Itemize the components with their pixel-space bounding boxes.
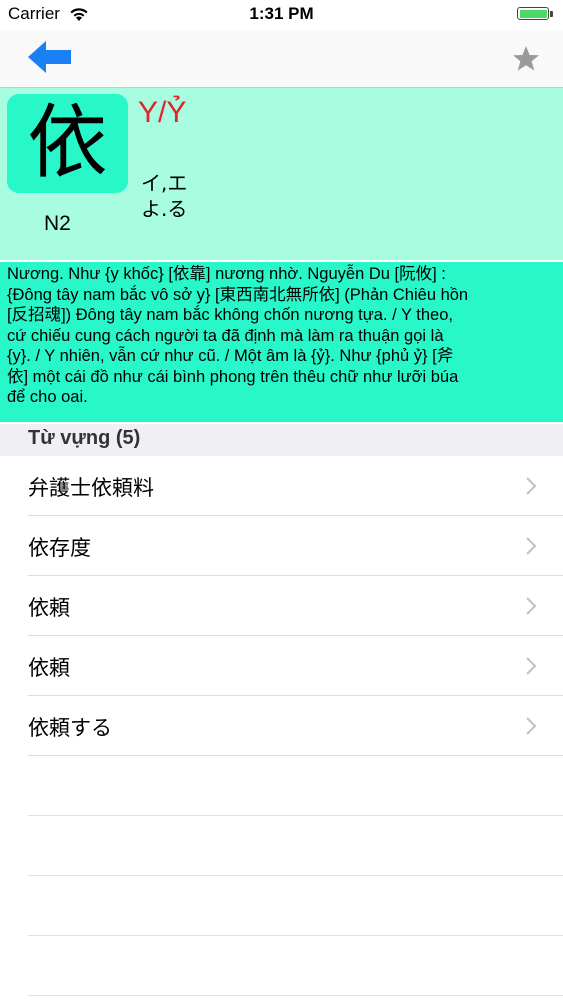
meaning-line: cứ chiếu cung cách người ta đã định mà l… xyxy=(7,326,444,345)
kanji-card: 依 xyxy=(7,94,128,193)
empty-row xyxy=(28,876,563,936)
meaning-line: [反招魂]) Đông tây nam bắc không chốn nương… xyxy=(7,306,453,324)
kanji-header: 依 N2 Y/Ỷ イ,エ よ.る xyxy=(0,88,563,260)
meaning-line: 依] một cái đồ như cái bình phong trên th… xyxy=(7,367,459,386)
vocab-section-title: Từ vựng (5) xyxy=(28,427,141,449)
status-bar: Carrier 1:31 PM xyxy=(0,0,563,30)
empty-row xyxy=(28,936,563,996)
vocab-section-header: Từ vựng (5) xyxy=(0,424,563,456)
vocab-word: 依頼する xyxy=(28,716,112,740)
meaning-line: để cho oai. xyxy=(7,388,88,406)
kanji-character: 依 xyxy=(27,96,108,189)
battery-icon xyxy=(517,7,549,20)
chevron-right-icon xyxy=(526,537,537,555)
vocab-word: 依存度 xyxy=(28,536,91,560)
onyomi-reading: イ,エ xyxy=(141,171,188,195)
battery-tip xyxy=(550,11,553,17)
hanviet-reading: Y/Ỷ xyxy=(138,96,187,129)
meaning-line: {y}. / Y nhiên, vẫn cứ như cũ. / Một âm … xyxy=(7,347,454,365)
jlpt-level: N2 xyxy=(44,212,71,235)
chevron-right-icon xyxy=(526,477,537,495)
vocab-row[interactable]: 依頼 xyxy=(28,576,563,636)
meaning-line: {Đông tây nam bắc vô sở y} [東西南北無所依] (Ph… xyxy=(7,285,469,304)
arrow-left-icon[interactable] xyxy=(26,38,74,76)
empty-row xyxy=(28,756,563,816)
vocab-word: 依頼 xyxy=(28,596,70,620)
chevron-right-icon xyxy=(526,597,537,615)
clock: 1:31 PM xyxy=(249,4,314,23)
chevron-right-icon xyxy=(526,657,537,675)
meaning-line: Nương. Như {y khốc} [依靠] nương nhờ. Nguy… xyxy=(7,265,446,283)
vocab-row[interactable]: 依頼する xyxy=(28,696,563,756)
vocab-row[interactable]: 依頼 xyxy=(28,636,563,696)
vocab-list: 弁護士依頼料 依存度 依頼 依頼 依頼する xyxy=(0,456,563,996)
vocab-word: 弁護士依頼料 xyxy=(28,476,154,500)
kunyomi-reading: よ.る xyxy=(141,197,188,221)
meaning-text: Nương. Như {y khốc} [依靠] nương nhờ. Nguy… xyxy=(0,262,563,422)
star-icon[interactable] xyxy=(511,44,541,74)
empty-row xyxy=(28,816,563,876)
vocab-row[interactable]: 弁護士依頼料 xyxy=(28,456,563,516)
navigation-bar xyxy=(0,30,563,88)
vocab-word: 依頼 xyxy=(28,656,70,680)
vocab-row[interactable]: 依存度 xyxy=(28,516,563,576)
kanji-readings: イ,エ よ.る xyxy=(141,170,187,222)
chevron-right-icon xyxy=(526,717,537,735)
